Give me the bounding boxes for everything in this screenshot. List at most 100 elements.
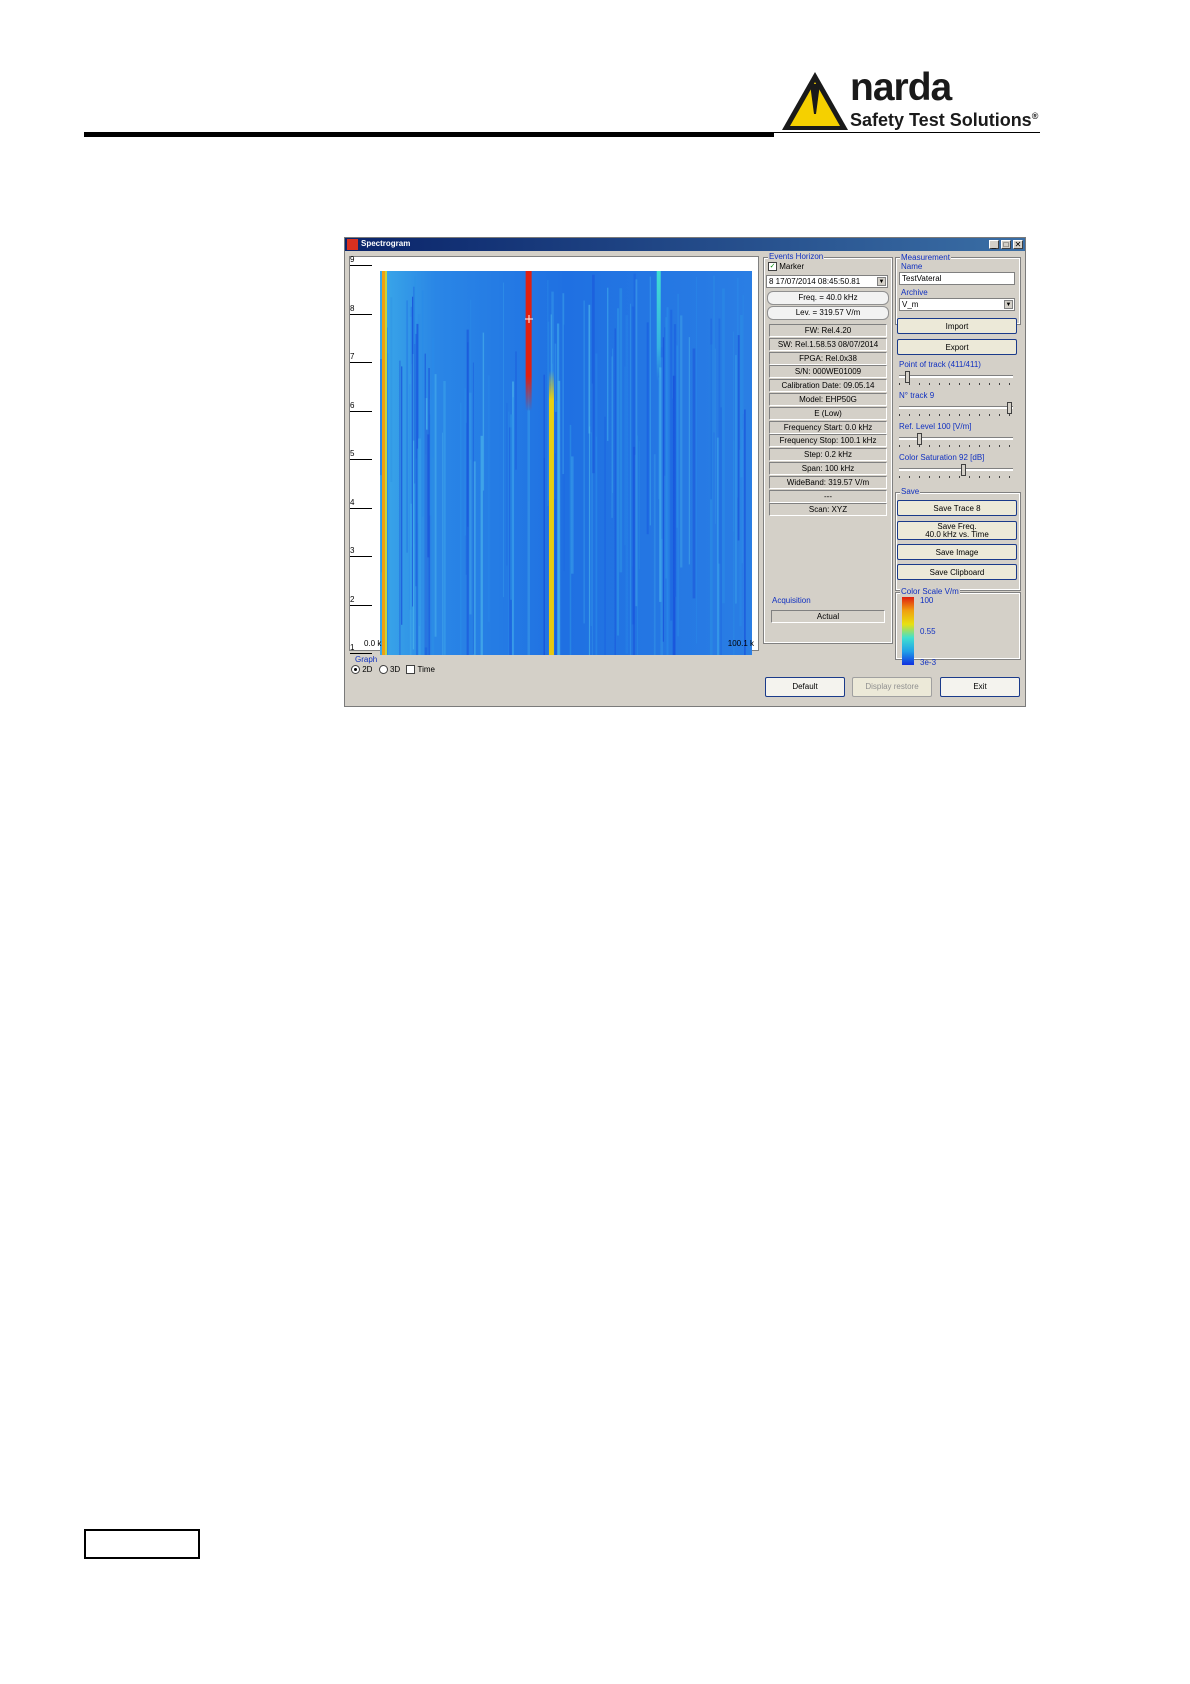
- radio-2d[interactable]: [351, 665, 360, 675]
- ref-level-slider[interactable]: [899, 433, 1013, 447]
- heatmap-streak: [470, 299, 472, 460]
- heatmap-streak: [506, 402, 508, 566]
- heatmap-streak: [629, 303, 632, 655]
- ref-level-label: Ref. Level 100 [V/m]: [899, 422, 972, 431]
- heatmap-streak: [632, 446, 636, 655]
- time-checkbox-label: Time: [417, 665, 435, 674]
- export-button[interactable]: Export: [897, 339, 1017, 355]
- header-rule: [84, 132, 774, 137]
- heatmap-streak: [714, 348, 716, 524]
- y-tick-label: 8: [350, 304, 372, 315]
- spectrogram-window: Spectrogram _ □ ✕ 987654321 0.0 k 100.1 …: [344, 237, 1026, 707]
- device-info-item: ---: [769, 489, 887, 503]
- title-bar[interactable]: Spectrogram _ □ ✕: [345, 238, 1025, 251]
- heatmap-streak: [664, 327, 666, 476]
- acquisition-label: Acquisition: [771, 596, 812, 605]
- dropdown-arrow-icon[interactable]: ▼: [877, 277, 886, 286]
- events-horizon-label: Events Horizon: [768, 252, 825, 261]
- heatmap-streak: [710, 318, 712, 500]
- radio-3d[interactable]: [378, 665, 388, 675]
- heatmap-streak: [718, 318, 721, 564]
- heatmap-streak: [432, 337, 435, 458]
- heatmap-streak: [677, 293, 679, 637]
- heatmap-streak: [720, 407, 722, 655]
- heatmap-streak: [639, 441, 640, 570]
- heatmap-streak: [487, 375, 490, 622]
- y-tick-label: 9: [350, 255, 372, 266]
- save-clipboard-button[interactable]: Save Clipboard: [897, 564, 1017, 580]
- heatmap-streak: [429, 399, 433, 516]
- heatmap-streak: [426, 429, 428, 655]
- heatmap-streak: [571, 456, 574, 574]
- red-burst: [525, 271, 532, 411]
- archive-label: Archive: [901, 288, 928, 297]
- heatmap-streak: [637, 435, 639, 655]
- heatmap-streak: [733, 331, 734, 532]
- radio-3d-label: 3D: [389, 665, 401, 674]
- color-scale-bar: [902, 597, 914, 665]
- heatmap-streak: [592, 274, 595, 474]
- event-select[interactable]: 8 17/07/2014 08:45:50.81 ▼: [766, 275, 888, 288]
- heatmap-streak: [503, 282, 504, 598]
- minimize-button[interactable]: _: [989, 240, 999, 249]
- heatmap-streak: [646, 322, 649, 535]
- default-button[interactable]: Default: [765, 677, 845, 697]
- page-number-box: [84, 1529, 200, 1559]
- n-track-slider[interactable]: [899, 402, 1013, 416]
- heatmap-streak: [442, 432, 443, 655]
- heatmap-streak: [744, 409, 746, 655]
- heatmap-streak: [673, 324, 677, 597]
- heatmap-streak: [588, 426, 591, 655]
- heatmap-streak: [666, 307, 669, 655]
- archive-select[interactable]: V_m ▼: [899, 298, 1015, 311]
- heatmap-streak: [399, 360, 401, 655]
- display-restore-button[interactable]: Display restore: [852, 677, 932, 697]
- spectrogram-heatmap[interactable]: [380, 271, 752, 655]
- heatmap-streak: [554, 453, 557, 655]
- device-info-item: FPGA: Rel.0x38: [769, 351, 887, 365]
- device-info-item: Frequency Stop: 100.1 kHz: [769, 434, 887, 448]
- time-checkbox[interactable]: [406, 665, 416, 675]
- heatmap-streak: [467, 342, 469, 527]
- heatmap-streak: [512, 397, 515, 655]
- y-tick-label: 6: [350, 401, 372, 412]
- save-image-button[interactable]: Save Image: [897, 544, 1017, 560]
- device-info-item: Calibration Date: 09.05.14: [769, 379, 887, 393]
- color-scale-label: Color Scale V/m: [900, 587, 960, 596]
- heatmap-streak: [696, 276, 697, 644]
- dropdown-arrow-icon[interactable]: ▼: [1004, 300, 1013, 309]
- name-input[interactable]: TestVateral: [899, 272, 1015, 285]
- exit-button[interactable]: Exit: [940, 677, 1020, 697]
- point-of-track-slider[interactable]: [899, 371, 1013, 385]
- import-button[interactable]: Import: [897, 318, 1017, 334]
- color-saturation-slider[interactable]: [899, 464, 1013, 478]
- save-freq-button[interactable]: Save Freq. 40.0 kHz vs. Time: [897, 521, 1017, 540]
- close-button[interactable]: ✕: [1013, 240, 1023, 249]
- marker-checkbox[interactable]: ✓: [768, 262, 777, 272]
- brand-name: narda: [850, 66, 952, 109]
- freq-readout: Freq. = 40.0 kHz: [767, 291, 889, 305]
- heatmap-streak: [428, 368, 430, 655]
- radio-2d-label: 2D: [362, 665, 373, 674]
- heatmap-streak: [410, 306, 412, 504]
- heatmap-streak: [515, 351, 517, 470]
- heatmap-streak: [604, 416, 606, 655]
- heatmap-streak: [635, 279, 638, 607]
- marker-label: Marker: [779, 262, 805, 271]
- device-info-item: FW: Rel.4.20: [769, 324, 887, 337]
- yellow-signal-line: [548, 371, 554, 655]
- point-of-track-label: Point of track (411/411): [899, 360, 981, 369]
- maximize-button[interactable]: □: [1001, 240, 1011, 249]
- start-signal-line: [382, 271, 385, 655]
- heatmap-streak: [713, 275, 715, 433]
- device-info-item: Model: EHP50G: [769, 393, 887, 406]
- app-icon: [347, 239, 358, 250]
- heatmap-streak: [595, 436, 597, 655]
- heatmap-streak: [510, 414, 513, 600]
- save-trace-button[interactable]: Save Trace 8: [897, 500, 1017, 516]
- heatmap-streak: [614, 328, 616, 655]
- heatmap-streak: [557, 380, 561, 655]
- x-tick-end: 100.1 k: [727, 639, 754, 648]
- heatmap-streak: [473, 461, 476, 655]
- spectrogram-plot-area[interactable]: 987654321 0.0 k 100.1 k: [349, 255, 759, 655]
